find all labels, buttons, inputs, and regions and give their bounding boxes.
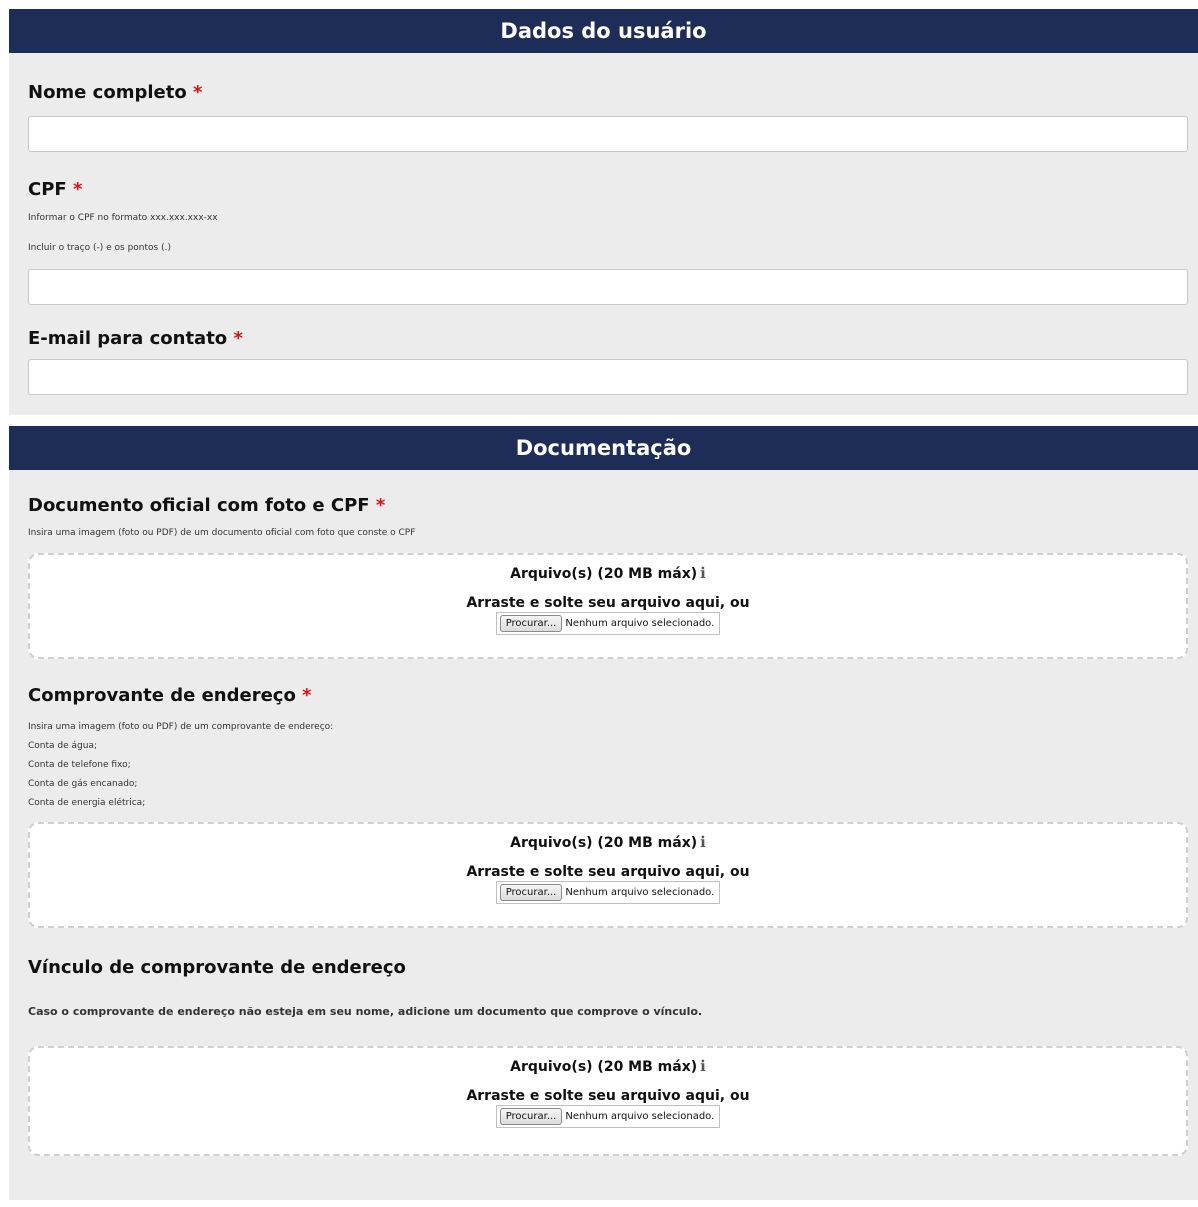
photo-id-dropzone[interactable]: Arquivo(s) (20 MB máx) ℹ Arraste e solte …: [28, 553, 1188, 659]
address-proof-option: Conta de gás encanado;: [28, 779, 138, 789]
required-mark: *: [192, 82, 203, 103]
no-file-text: Nenhum arquivo selecionado.: [565, 887, 715, 898]
drag-drop-text: Arraste e solte seu arquivo aqui, ou: [466, 1088, 750, 1104]
full-name-label: Nome completo *: [28, 82, 203, 103]
file-input[interactable]: Procurar... Nenhum arquivo selecionado.: [495, 1105, 721, 1128]
address-link-label: Vínculo de comprovante de endereço: [28, 957, 406, 978]
cpf-help-format: Informar o CPF no formato xxx.xxx.xxx-xx: [28, 213, 218, 223]
required-mark: *: [302, 685, 312, 706]
upload-title: Arquivo(s) (20 MB máx) ℹ: [510, 563, 706, 583]
address-proof-label: Comprovante de endereço *: [28, 685, 312, 706]
required-mark: *: [375, 495, 386, 516]
drag-drop-text: Arraste e solte seu arquivo aqui, ou: [466, 595, 750, 611]
drag-drop-text: Arraste e solte seu arquivo aqui, ou: [466, 864, 750, 880]
full-name-input[interactable]: [28, 116, 1188, 152]
email-label: E-mail para contato *: [28, 328, 243, 349]
upload-title: Arquivo(s) (20 MB máx) ℹ: [510, 832, 706, 852]
address-proof-option: Conta de água;: [28, 741, 97, 751]
cpf-help-punctuation: Incluir o traço (-) e os pontos (.): [28, 243, 171, 253]
cpf-label: CPF *: [28, 179, 83, 200]
upload-title: Arquivo(s) (20 MB máx) ℹ: [510, 1056, 706, 1076]
address-proof-option: Conta de energia elétrica;: [28, 798, 146, 808]
info-icon[interactable]: ℹ: [700, 832, 706, 852]
browse-button[interactable]: Procurar...: [499, 615, 563, 632]
info-icon[interactable]: ℹ: [700, 1056, 706, 1076]
address-link-help: Caso o comprovante de endereço não estej…: [28, 1005, 703, 1018]
address-proof-help: Insira uma imagem (foto ou PDF) de um co…: [28, 722, 334, 732]
photo-id-help: Insira uma imagem (foto ou PDF) de um do…: [28, 528, 416, 538]
cpf-input[interactable]: [28, 269, 1188, 305]
no-file-text: Nenhum arquivo selecionado.: [565, 618, 715, 629]
photo-id-label: Documento oficial com foto e CPF *: [28, 495, 386, 516]
email-input[interactable]: [28, 359, 1188, 395]
user-data-panel: Nome completo * CPF * Informar o CPF no …: [9, 53, 1198, 415]
browse-button[interactable]: Procurar...: [499, 884, 563, 901]
address-proof-dropzone[interactable]: Arquivo(s) (20 MB máx) ℹ Arraste e solte …: [28, 822, 1188, 928]
browse-button[interactable]: Procurar...: [499, 1108, 563, 1125]
documents-section-title: Documentação: [9, 426, 1198, 470]
required-mark: *: [72, 179, 83, 200]
info-icon[interactable]: ℹ: [700, 563, 706, 583]
file-input[interactable]: Procurar... Nenhum arquivo selecionado.: [495, 881, 721, 904]
user-data-section-title: Dados do usuário: [9, 9, 1198, 53]
address-link-dropzone[interactable]: Arquivo(s) (20 MB máx) ℹ Arraste e solte …: [28, 1046, 1188, 1156]
address-proof-option: Conta de telefone fixo;: [28, 760, 131, 770]
required-mark: *: [233, 328, 243, 349]
file-input[interactable]: Procurar... Nenhum arquivo selecionado.: [495, 612, 721, 635]
no-file-text: Nenhum arquivo selecionado.: [565, 1111, 715, 1122]
documents-panel: Documento oficial com foto e CPF * Insir…: [9, 470, 1198, 1200]
